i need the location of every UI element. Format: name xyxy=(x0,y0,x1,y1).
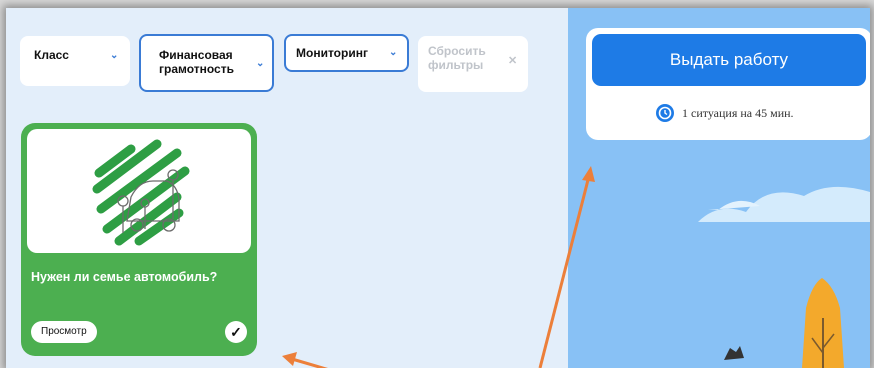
chevron-down-icon: ⌄ xyxy=(389,47,398,58)
financial-literacy-filter-dropdown[interactable]: Финансовая грамотность ⌄ xyxy=(139,34,274,92)
task-card-title: Нужен ли семье автомобиль? xyxy=(31,270,218,284)
class-filter-label: Класс xyxy=(34,48,69,62)
chevron-down-icon: ⌄ xyxy=(256,58,265,69)
financial-literacy-filter-line2: грамотность xyxy=(159,62,234,76)
reset-filters-button[interactable]: Сбросить фильтры ✕ xyxy=(418,36,528,92)
class-filter-dropdown[interactable]: Класс ⌄ xyxy=(20,36,130,86)
reset-filters-line1: Сбросить xyxy=(428,44,486,58)
monitoring-filter-label: Мониторинг xyxy=(296,46,368,60)
task-card-illustration xyxy=(27,129,251,253)
financial-literacy-filter-label: Финансовая грамотность xyxy=(159,48,234,76)
chevron-down-icon: ⌄ xyxy=(110,50,119,61)
content-pane: Класс ⌄ Финансовая грамотность ⌄ Монитор… xyxy=(6,8,568,368)
assign-work-panel: Выдать работу 1 ситуация на 45 мин. xyxy=(586,28,870,140)
financial-literacy-filter-line1: Финансовая xyxy=(159,48,233,62)
reset-filters-label: Сбросить фильтры xyxy=(428,44,486,72)
preview-button[interactable]: Просмотр xyxy=(31,321,97,343)
reset-filters-line2: фильтры xyxy=(428,58,484,72)
screenshot-frame: Класс ⌄ Финансовая грамотность ⌄ Монитор… xyxy=(6,8,870,368)
task-card[interactable]: Нужен ли семье автомобиль? Просмотр ✓ xyxy=(21,123,257,356)
assign-work-button[interactable]: Выдать работу xyxy=(592,34,866,86)
monitoring-filter-dropdown[interactable]: Мониторинг ⌄ xyxy=(284,34,409,72)
family-car-illustration xyxy=(92,139,190,246)
clock-icon xyxy=(656,104,674,122)
check-icon[interactable]: ✓ xyxy=(225,321,247,343)
duration-text: 1 ситуация на 45 мин. xyxy=(682,106,794,120)
close-icon: ✕ xyxy=(508,55,518,67)
